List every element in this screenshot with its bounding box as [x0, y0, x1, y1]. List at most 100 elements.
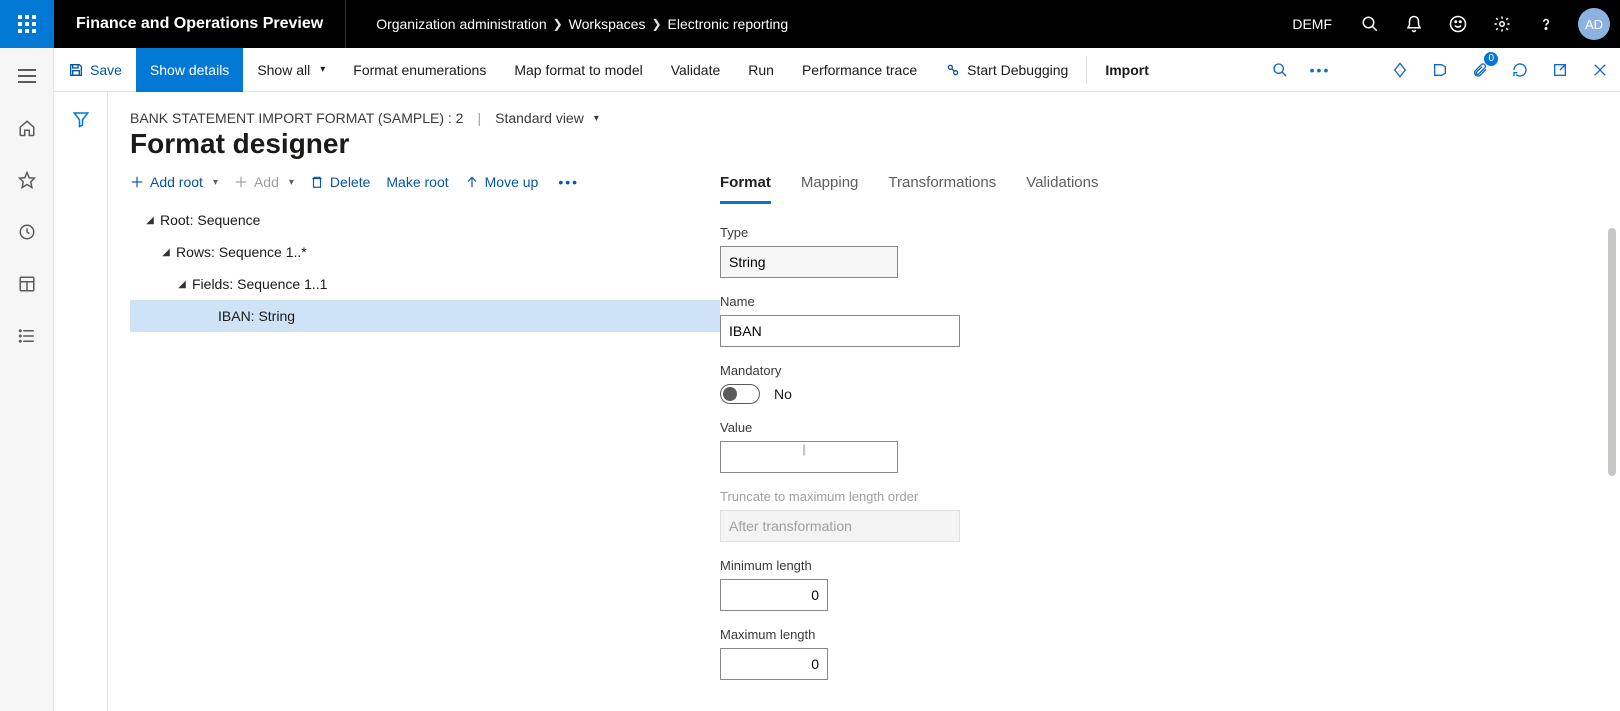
save-icon: [68, 62, 84, 78]
work-area: BANK STATEMENT IMPORT FORMAT (SAMPLE) : …: [54, 92, 1620, 711]
collapse-icon[interactable]: ◢: [172, 279, 192, 290]
modules-button[interactable]: [11, 322, 43, 350]
search-icon: [1272, 62, 1288, 78]
name-input[interactable]: [720, 315, 960, 347]
delete-button[interactable]: Delete: [310, 174, 370, 190]
separator: |: [477, 110, 481, 126]
validate-button[interactable]: Validate: [657, 48, 735, 92]
gear-icon: [1493, 15, 1511, 33]
hamburger-button[interactable]: [11, 62, 43, 90]
content: BANK STATEMENT IMPORT FORMAT (SAMPLE) : …: [108, 92, 1620, 711]
tree-node-iban[interactable]: IBAN: String: [130, 300, 720, 332]
action-search-button[interactable]: [1260, 48, 1300, 92]
waffle-icon: [18, 15, 36, 33]
value-label: Value: [720, 420, 1620, 435]
plus-icon: [130, 175, 144, 189]
max-length-label: Maximum length: [720, 627, 1620, 642]
value-input[interactable]: [720, 441, 898, 473]
close-button[interactable]: [1580, 48, 1620, 92]
min-length-input[interactable]: [720, 579, 828, 611]
home-icon: [18, 119, 36, 137]
help-button[interactable]: [1524, 0, 1568, 48]
filter-button[interactable]: [72, 110, 90, 711]
import-button[interactable]: Import: [1091, 48, 1163, 92]
page-title: Format designer: [130, 128, 1620, 160]
feedback-button[interactable]: [1436, 0, 1480, 48]
chevron-down-icon: ▾: [289, 177, 294, 188]
view-selector[interactable]: Standard view ▾: [495, 110, 599, 126]
save-button[interactable]: Save: [54, 48, 136, 92]
tree-node-fields[interactable]: ◢Fields: Sequence 1..1: [130, 268, 720, 300]
app-launcher[interactable]: [0, 0, 54, 48]
action-more-button[interactable]: •••: [1300, 48, 1340, 92]
action-pane: Save Show details Show all▾ Format enume…: [54, 48, 1620, 92]
home-button[interactable]: [11, 114, 43, 142]
popout-icon: [1552, 62, 1568, 78]
breadcrumb-er[interactable]: Electronic reporting: [668, 16, 789, 32]
show-details-button[interactable]: Show details: [136, 48, 243, 92]
separator: [1086, 56, 1087, 84]
recent-button[interactable]: [11, 218, 43, 246]
mandatory-label: Mandatory: [720, 363, 1620, 378]
popout-button[interactable]: [1540, 48, 1580, 92]
config-path: BANK STATEMENT IMPORT FORMAT (SAMPLE) : …: [130, 110, 463, 126]
format-tree-pane: Add root ▾ Add ▾ Delete Make root: [130, 174, 720, 696]
global-header: Finance and Operations Preview Organizat…: [0, 0, 1620, 48]
add-root-button[interactable]: Add root ▾: [130, 174, 218, 190]
make-root-button[interactable]: Make root: [386, 174, 448, 190]
close-icon: [1592, 62, 1608, 78]
avatar[interactable]: AD: [1578, 8, 1610, 40]
legal-entity[interactable]: DEMF: [1276, 16, 1348, 32]
type-input[interactable]: [720, 246, 898, 278]
tab-mapping[interactable]: Mapping: [801, 174, 859, 204]
workspaces-button[interactable]: [11, 270, 43, 298]
chevron-right-icon: ❯: [553, 17, 563, 31]
performance-trace-button[interactable]: Performance trace: [788, 48, 931, 92]
attachments-badge: 0: [1484, 52, 1498, 66]
move-up-button[interactable]: Move up: [465, 174, 539, 190]
chevron-down-icon: ▾: [594, 113, 599, 124]
chevron-right-icon: ❯: [651, 17, 661, 31]
collapse-icon[interactable]: ◢: [140, 215, 160, 226]
breadcrumb-workspaces[interactable]: Workspaces: [569, 16, 646, 32]
run-button[interactable]: Run: [734, 48, 788, 92]
truncate-input: [720, 510, 960, 542]
attachments-button[interactable]: 0: [1460, 48, 1500, 92]
ellipsis-icon: •••: [1310, 62, 1331, 78]
tree-node-rows[interactable]: ◢Rows: Sequence 1..*: [130, 236, 720, 268]
chevron-down-icon: ▾: [320, 64, 325, 75]
refresh-button[interactable]: [1500, 48, 1540, 92]
toolbar-more-button[interactable]: •••: [554, 174, 583, 190]
office-button[interactable]: [1420, 48, 1460, 92]
mandatory-toggle[interactable]: [720, 384, 760, 404]
field-truncate: Truncate to maximum length order: [720, 489, 1620, 542]
type-label: Type: [720, 225, 1620, 240]
tab-validations[interactable]: Validations: [1026, 174, 1098, 204]
tab-format[interactable]: Format: [720, 174, 771, 204]
smiley-icon: [1449, 15, 1467, 33]
filter-icon: [72, 110, 90, 128]
collapse-icon[interactable]: ◢: [156, 247, 176, 258]
scrollbar[interactable]: [1608, 228, 1616, 476]
favorites-button[interactable]: [11, 166, 43, 194]
search-button[interactable]: [1348, 0, 1392, 48]
tree-node-root[interactable]: ◢Root: Sequence: [130, 204, 720, 236]
breadcrumb: Organization administration ❯ Workspaces…: [346, 16, 818, 32]
hamburger-icon: [18, 69, 36, 83]
show-all-button[interactable]: Show all▾: [243, 48, 339, 92]
notifications-button[interactable]: [1392, 0, 1436, 48]
start-debugging-button[interactable]: Start Debugging: [931, 48, 1082, 92]
splitter-handle[interactable]: ||: [802, 442, 804, 456]
map-format-button[interactable]: Map format to model: [500, 48, 656, 92]
name-label: Name: [720, 294, 1620, 309]
max-length-input[interactable]: [720, 648, 828, 680]
clock-icon: [18, 223, 36, 241]
refresh-icon: [1512, 62, 1528, 78]
settings-button[interactable]: [1480, 0, 1524, 48]
tab-transformations[interactable]: Transformations: [888, 174, 996, 204]
format-enumerations-button[interactable]: Format enumerations: [339, 48, 500, 92]
related-items-button[interactable]: [1380, 48, 1420, 92]
nav-rail: [0, 48, 54, 711]
star-icon: [18, 171, 36, 189]
breadcrumb-org-admin[interactable]: Organization administration: [376, 16, 546, 32]
